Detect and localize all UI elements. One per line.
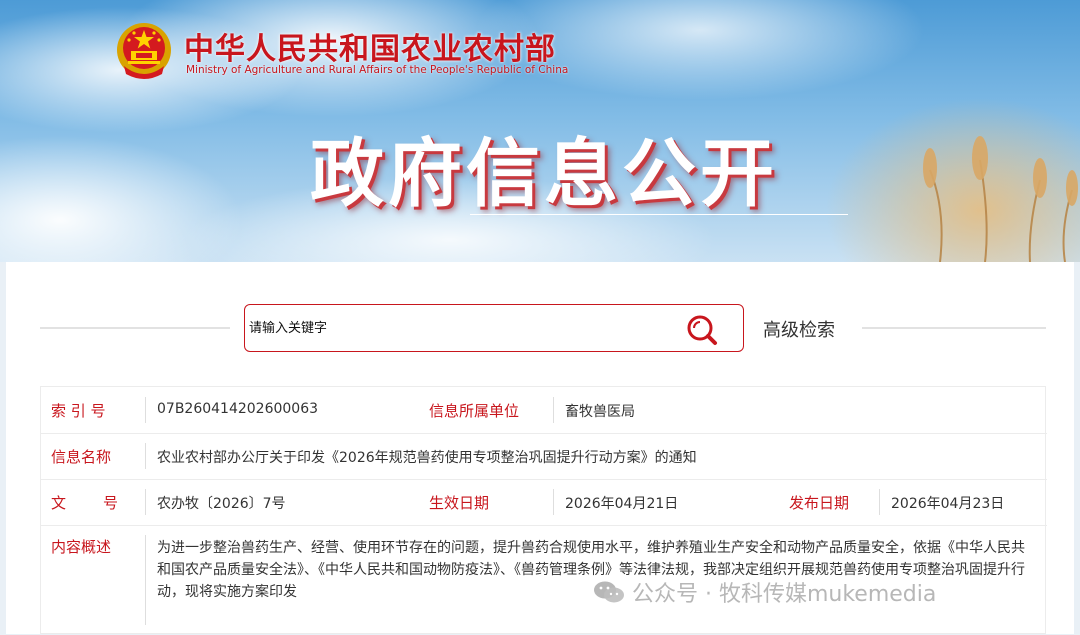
advanced-search-link[interactable]: 高级检索 bbox=[763, 316, 835, 342]
watermark-text: 公众号 · 牧科传媒mukemedia bbox=[632, 582, 937, 607]
search-icon[interactable] bbox=[685, 313, 719, 347]
search-divider-left bbox=[40, 327, 230, 329]
search-box bbox=[244, 304, 744, 352]
divider bbox=[145, 443, 146, 469]
ministry-name-en: Ministry of Agriculture and Rural Affair… bbox=[186, 64, 569, 76]
wechat-icon bbox=[594, 581, 624, 603]
ministry-name-cn: 中华人民共和国农业农村部 bbox=[184, 32, 556, 67]
banner-divider bbox=[470, 214, 848, 215]
info-row-doc: 文 号 农办牧〔2026〕7号 生效日期 2026年04月21日 发布日期 20… bbox=[41, 479, 1047, 526]
divider bbox=[145, 397, 146, 423]
org-label: 信息所属单位 bbox=[429, 402, 520, 420]
org-value: 畜牧兽医局 bbox=[565, 404, 635, 420]
watermark: 公众号 · 牧科传媒mukemedia bbox=[592, 576, 936, 608]
divider bbox=[145, 489, 146, 515]
doc-label-char-1: 文 bbox=[51, 494, 67, 512]
index-value: 07B260414202600063 bbox=[157, 401, 319, 417]
doc-value: 农办牧〔2026〕7号 bbox=[157, 496, 286, 512]
divider bbox=[553, 397, 554, 423]
wheat-decoration bbox=[923, 136, 1078, 262]
header-banner: 中华人民共和国农业农村部 Ministry of Agriculture and… bbox=[0, 0, 1080, 262]
info-row-index: 索 引 号 07B260414202600063 信息所属单位 畜牧兽医局 bbox=[41, 387, 1047, 434]
search-divider-right bbox=[862, 327, 1046, 329]
info-row-name: 信息名称 农业农村部办公厅关于印发《2026年规范兽药使用专项整治巩固提升行动方… bbox=[41, 433, 1047, 480]
national-emblem-icon bbox=[117, 23, 171, 79]
divider bbox=[145, 535, 146, 625]
summary-label: 内容概述 bbox=[51, 538, 112, 556]
divider bbox=[879, 489, 880, 515]
name-value: 农业农村部办公厅关于印发《2026年规范兽药使用专项整治巩固提升行动方案》的通知 bbox=[157, 450, 697, 466]
publish-value: 2026年04月23日 bbox=[891, 496, 1005, 512]
search-input[interactable] bbox=[249, 315, 669, 341]
name-label: 信息名称 bbox=[51, 448, 112, 466]
banner-title: 政府信息公开 bbox=[310, 131, 778, 217]
index-label: 索 引 号 bbox=[51, 402, 106, 420]
divider bbox=[553, 489, 554, 515]
effective-label: 生效日期 bbox=[429, 494, 490, 512]
doc-label-char-2: 号 bbox=[103, 494, 119, 512]
effective-value: 2026年04月21日 bbox=[565, 496, 679, 512]
publish-label: 发布日期 bbox=[789, 494, 850, 512]
